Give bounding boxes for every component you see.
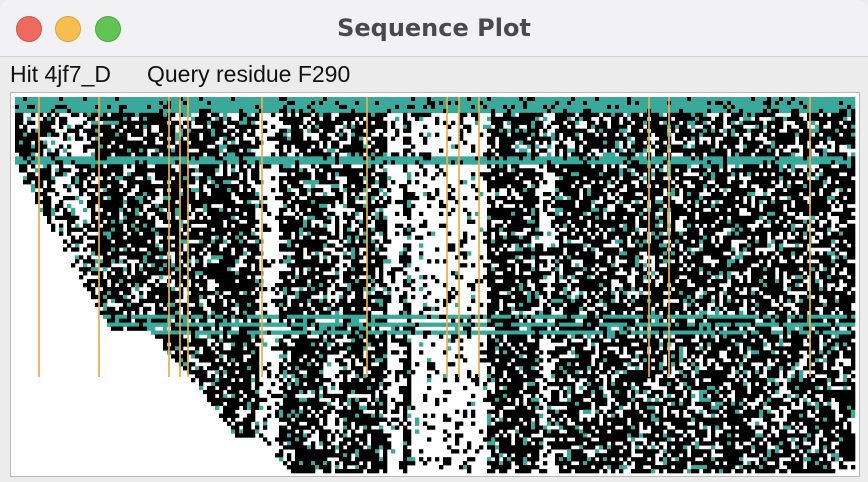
sequence-plot-window: Sequence Plot Hit 4jf7_D Query residue F… xyxy=(0,0,868,482)
query-residue-label: Query residue F290 xyxy=(146,60,351,87)
minimize-window-button[interactable] xyxy=(55,16,81,42)
window-title: Sequence Plot xyxy=(337,14,531,42)
title-bar[interactable]: Sequence Plot xyxy=(0,0,868,57)
sequence-alignment-plot[interactable] xyxy=(11,93,859,476)
hit-label: Hit 4jf7_D xyxy=(10,60,111,87)
sequence-plot-canvas[interactable] xyxy=(10,92,860,477)
maximize-window-button[interactable] xyxy=(95,16,121,42)
info-bar: Hit 4jf7_D Query residue F290 xyxy=(0,57,868,91)
close-window-button[interactable] xyxy=(16,16,42,42)
alignment-cells xyxy=(15,97,856,474)
